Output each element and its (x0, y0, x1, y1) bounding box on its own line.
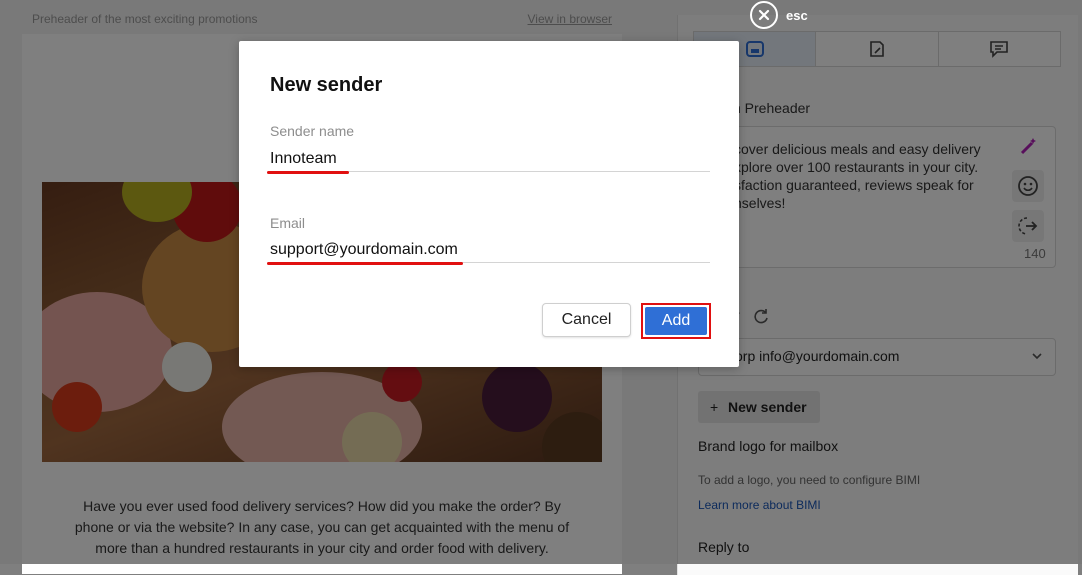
email-input[interactable] (270, 238, 710, 263)
add-button-highlight: Add (641, 303, 711, 339)
dialog-title: New sender (270, 74, 383, 96)
cancel-button[interactable]: Cancel (542, 303, 631, 337)
new-sender-dialog: New sender Sender name Email Cancel Add (239, 41, 739, 367)
close-icon (750, 1, 778, 29)
close-modal-button[interactable]: esc (750, 1, 808, 29)
email-label: Email (270, 215, 306, 231)
sender-name-input[interactable] (270, 147, 710, 172)
highlight-underline (267, 171, 349, 174)
sender-name-label: Sender name (270, 123, 355, 139)
esc-label: esc (786, 7, 808, 23)
highlight-underline (267, 262, 463, 265)
add-button[interactable]: Add (645, 307, 707, 335)
